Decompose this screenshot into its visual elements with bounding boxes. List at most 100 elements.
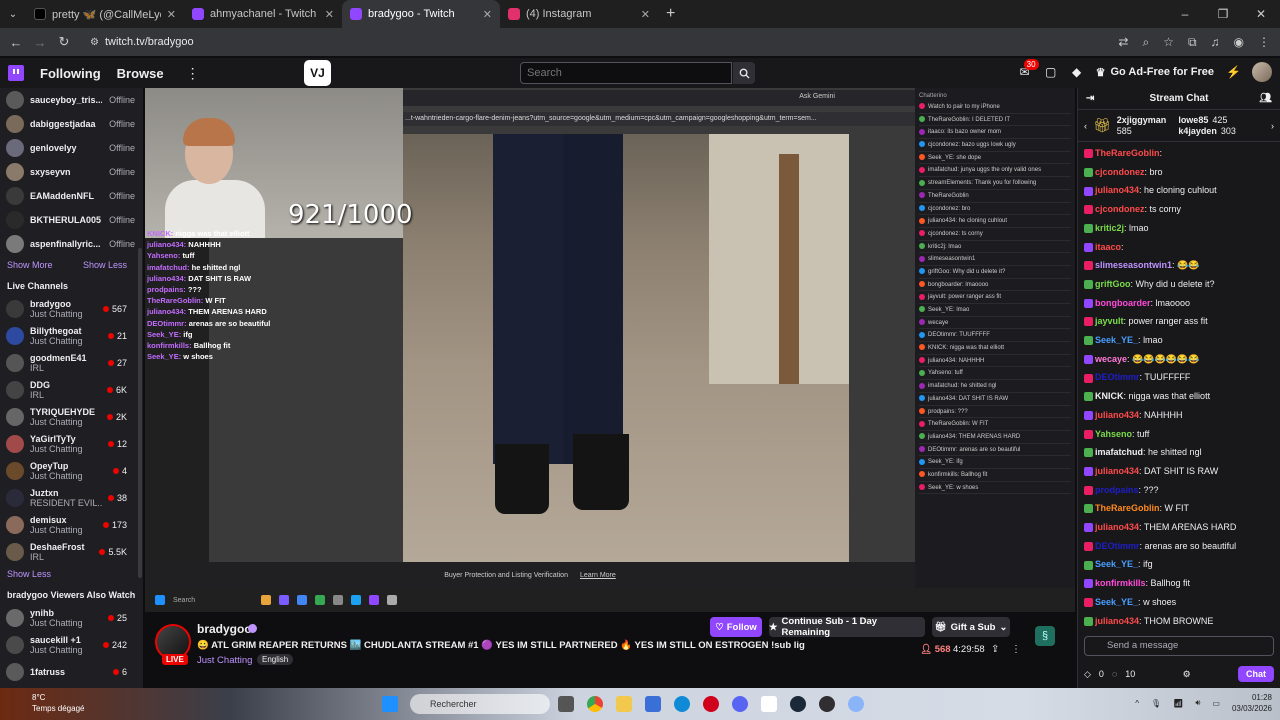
battery-icon[interactable]: ▭ [1212, 699, 1220, 708]
settings-gear-icon[interactable]: ⚙ [1183, 669, 1191, 680]
chat-username[interactable]: juliano434 [1095, 616, 1139, 626]
chat-users-icon[interactable]: 👥︎ [1259, 93, 1272, 104]
more-icon[interactable]: ⋮ [186, 65, 200, 82]
close-tab-icon[interactable]: ✕ [325, 8, 334, 21]
wifi-icon[interactable]: 📶︎ [1173, 699, 1183, 708]
sidebar-channel-row[interactable]: BKTHERULA005 Offline [0, 208, 143, 232]
chat-username[interactable]: cjcondonez [1095, 204, 1145, 214]
next-arrow-icon[interactable]: › [1271, 121, 1280, 131]
sidebar-channel-row[interactable]: demisux Just Chatting 173 [0, 511, 143, 538]
minimize-button[interactable]: – [1166, 0, 1204, 28]
search-button[interactable] [733, 62, 755, 84]
chat-username[interactable]: slimeseasontwin1 [1095, 260, 1172, 270]
close-tab-icon[interactable]: ✕ [641, 8, 650, 21]
url-field[interactable]: ⚙ twitch.tv/bradygoo [82, 31, 1082, 53]
sidebar-channel-row[interactable]: 1fatruss 6 [0, 658, 143, 685]
browser-tab-ahmyachanel[interactable]: ahmyachanel - Twitch ✕ [184, 0, 342, 28]
chat-username[interactable]: juliano434 [1095, 466, 1139, 476]
steam-icon[interactable] [790, 696, 806, 712]
share-icon[interactable]: ⇪ [991, 644, 999, 655]
gift-sub-button[interactable]: 🎁︎ Gift a Sub ⌄ [932, 617, 1010, 637]
gifter-rank-3[interactable]: k4jayden 303 [1178, 126, 1236, 137]
new-tab-button[interactable]: + [658, 5, 683, 23]
discord-icon[interactable] [732, 696, 748, 712]
browser-tab-bradygoo[interactable]: bradygoo - Twitch ✕ [342, 0, 500, 28]
chrome-icon[interactable] [587, 696, 603, 712]
chat-message[interactable]: Seek_YE_: w shoes [1084, 593, 1274, 612]
chat-message[interactable]: jayvult: power ranger ass fit [1084, 312, 1274, 331]
browse-link[interactable]: Browse [117, 66, 164, 81]
sidebar-channel-row[interactable]: EAMaddenNFL Offline [0, 184, 143, 208]
edge-icon[interactable] [674, 696, 690, 712]
chat-message[interactable]: DEOtimmr: arenas are so beautiful [1084, 537, 1274, 556]
chat-input[interactable]: Send a message [1084, 636, 1274, 656]
chat-message[interactable]: wecaye: 😂😂😂😂😂😂 [1084, 350, 1274, 369]
store-icon[interactable] [645, 696, 661, 712]
chat-message[interactable]: cjcondonez: ts corny [1084, 200, 1274, 219]
app-icon[interactable] [848, 696, 864, 712]
show-less-link[interactable]: Show Less [83, 260, 127, 270]
chat-message[interactable]: TheRareGoblin: W FIT [1084, 499, 1274, 518]
opera-icon[interactable] [703, 696, 719, 712]
chat-message[interactable]: TheRareGoblin: [1084, 144, 1274, 163]
sidebar-channel-row[interactable]: goodmenE41 IRL 27 [0, 349, 143, 376]
chat-username[interactable]: Seek_YE_ [1095, 597, 1138, 607]
chat-username[interactable]: cjcondonez [1095, 167, 1145, 177]
chat-username[interactable]: itaaco [1095, 242, 1121, 252]
sidebar-channel-row[interactable]: sauceyboy_tris... Offline [0, 88, 143, 112]
chat-username[interactable]: KNICK [1095, 391, 1124, 401]
sidebar-channel-row[interactable]: dabiggestjadaa Offline [0, 112, 143, 136]
chat-message[interactable]: griftGoo: Why did u delete it? [1084, 275, 1274, 294]
prev-arrow-icon[interactable]: ‹ [1084, 121, 1087, 131]
close-tab-icon[interactable]: ✕ [167, 8, 176, 21]
chat-message[interactable]: slimeseasontwin1: 😂😂 [1084, 256, 1274, 275]
sidebar-channel-row[interactable]: saucekill +1 Just Chatting 242 [0, 631, 143, 658]
chat-username[interactable]: wecaye [1095, 354, 1127, 364]
task-view-icon[interactable] [558, 696, 574, 712]
notepad-icon[interactable] [761, 696, 777, 712]
tray-chevron-icon[interactable]: ^ [1135, 699, 1139, 708]
chat-message[interactable]: Seek_YE_: lmao [1084, 331, 1274, 350]
sidebar-channel-row[interactable]: sxyseyvn Offline [0, 160, 143, 184]
sidebar-scrollbar[interactable] [138, 248, 142, 578]
chat-username[interactable]: imafatchud [1095, 447, 1143, 457]
close-window-button[interactable]: ✕ [1242, 0, 1280, 28]
chat-message[interactable]: imafatchud: he shitted ngl [1084, 443, 1274, 462]
gifter-rank-2[interactable]: lowe85 425 [1178, 115, 1236, 126]
chat-message[interactable]: juliano434: NAHHHH [1084, 406, 1274, 425]
chat-message[interactable]: juliano434: he cloning cuhlout [1084, 181, 1274, 200]
streamer-name[interactable]: bradygoo [197, 622, 252, 636]
language-tag[interactable]: English [257, 654, 294, 665]
chat-username[interactable]: kritic2j [1095, 223, 1124, 233]
extensions-icon[interactable]: ⧉ [1188, 35, 1197, 50]
sidebar-channel-row[interactable]: OpeyTup Just Chatting 4 [0, 457, 143, 484]
sidebar-channel-row[interactable]: genlovelyy Offline [0, 136, 143, 160]
chat-message[interactable]: cjcondonez: bro [1084, 163, 1274, 182]
chat-username[interactable]: prodpains [1095, 485, 1139, 495]
browser-tab-instagram[interactable]: (4) Instagram ✕ [500, 0, 658, 28]
whispers-icon[interactable]: ▢ [1044, 65, 1058, 79]
bits-icon[interactable]: ◆ [1070, 65, 1084, 79]
chat-username[interactable]: juliano434 [1095, 522, 1139, 532]
sidebar-channel-row[interactable]: DDG IRL 6K [0, 376, 143, 403]
obs-icon[interactable] [819, 696, 835, 712]
inbox-icon[interactable]: ✉ 30 [1018, 59, 1039, 79]
chat-username[interactable]: TheRareGoblin [1095, 148, 1160, 158]
show-more-link[interactable]: Show More [7, 260, 53, 270]
chat-message[interactable]: bongboarder: lmaoooo [1084, 294, 1274, 313]
show-less-link[interactable]: Show Less [7, 569, 51, 579]
chat-message[interactable]: itaaco: [1084, 238, 1274, 257]
chat-username[interactable]: Yahseno [1095, 429, 1132, 439]
collapse-chat-icon[interactable]: ⇥ [1086, 93, 1094, 104]
chat-message[interactable]: prodpains: ??? [1084, 481, 1274, 500]
twitch-logo-icon[interactable] [8, 65, 24, 81]
sidebar-channel-row[interactable]: Billythegoat Just Chatting 21 [0, 322, 143, 349]
translate-icon[interactable]: ⇄ [1118, 35, 1128, 50]
clock[interactable]: 01:28 03/03/2026 [1232, 692, 1272, 714]
chat-username[interactable]: DEOtimmr [1095, 372, 1140, 382]
stream-category-link[interactable]: Just Chatting [197, 655, 252, 666]
chat-send-button[interactable]: Chat [1237, 666, 1274, 682]
chat-username[interactable]: Seek_YE_ [1095, 335, 1138, 345]
zoom-icon[interactable]: ⌕ [1142, 35, 1149, 50]
sidebar-channel-row[interactable]: bradygoo Just Chatting 567 [0, 295, 143, 322]
